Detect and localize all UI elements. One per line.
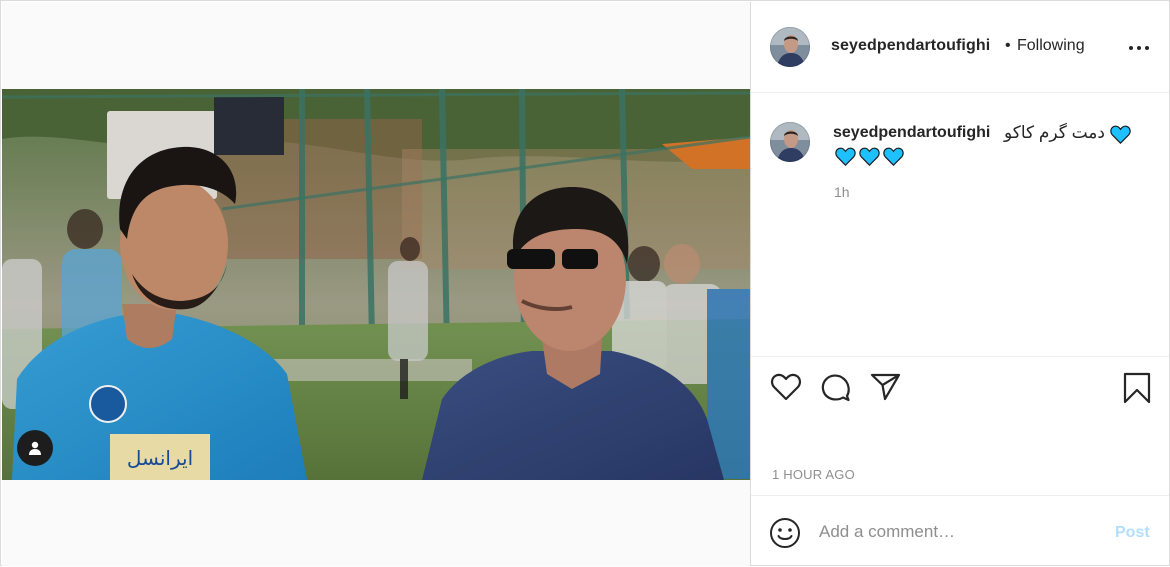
post-comment-button[interactable]: Post bbox=[1115, 524, 1150, 542]
blue-heart-icon bbox=[835, 147, 856, 166]
bookmark-icon[interactable] bbox=[1123, 372, 1151, 409]
comment-input[interactable] bbox=[819, 520, 1099, 544]
emoji-icon[interactable] bbox=[769, 517, 801, 554]
post-dialog: ایرانسل seyedpendartoufighi • Following … bbox=[0, 0, 1170, 566]
comments-section: seyedpendartoufighi دمت گرم کاکو 1h bbox=[751, 93, 1169, 355]
user-tag-icon[interactable] bbox=[17, 430, 53, 466]
post-photo[interactable]: ایرانسل bbox=[2, 89, 750, 480]
caption-author-avatar[interactable] bbox=[770, 122, 810, 162]
blue-heart-icon bbox=[859, 147, 880, 166]
action-bar: 1 HOUR AGO bbox=[751, 356, 1169, 482]
heart-icon[interactable] bbox=[770, 372, 802, 407]
separator-dot: • bbox=[1005, 37, 1011, 54]
more-options-icon[interactable] bbox=[1129, 45, 1149, 51]
caption-time[interactable]: 1h bbox=[834, 184, 850, 200]
blue-hearts bbox=[835, 147, 904, 166]
caption-username[interactable]: seyedpendartoufighi bbox=[833, 124, 990, 142]
author-username[interactable]: seyedpendartoufighi bbox=[831, 37, 990, 55]
blue-heart-icon bbox=[883, 147, 904, 166]
post-sidebar: seyedpendartoufighi • Following seyedpen… bbox=[751, 2, 1169, 566]
caption-text: دمت گرم کاکو bbox=[1004, 123, 1105, 142]
media-panel: ایرانسل bbox=[2, 2, 751, 566]
post-timestamp[interactable]: 1 HOUR AGO bbox=[772, 467, 855, 482]
following-button[interactable]: Following bbox=[1017, 37, 1085, 55]
add-comment-bar: Post bbox=[751, 495, 1169, 567]
blue-heart-icon bbox=[1110, 125, 1131, 149]
comment-icon[interactable] bbox=[820, 372, 852, 409]
author-avatar[interactable] bbox=[770, 27, 810, 67]
post-header: seyedpendartoufighi • Following bbox=[751, 2, 1169, 93]
share-icon[interactable] bbox=[870, 372, 902, 407]
